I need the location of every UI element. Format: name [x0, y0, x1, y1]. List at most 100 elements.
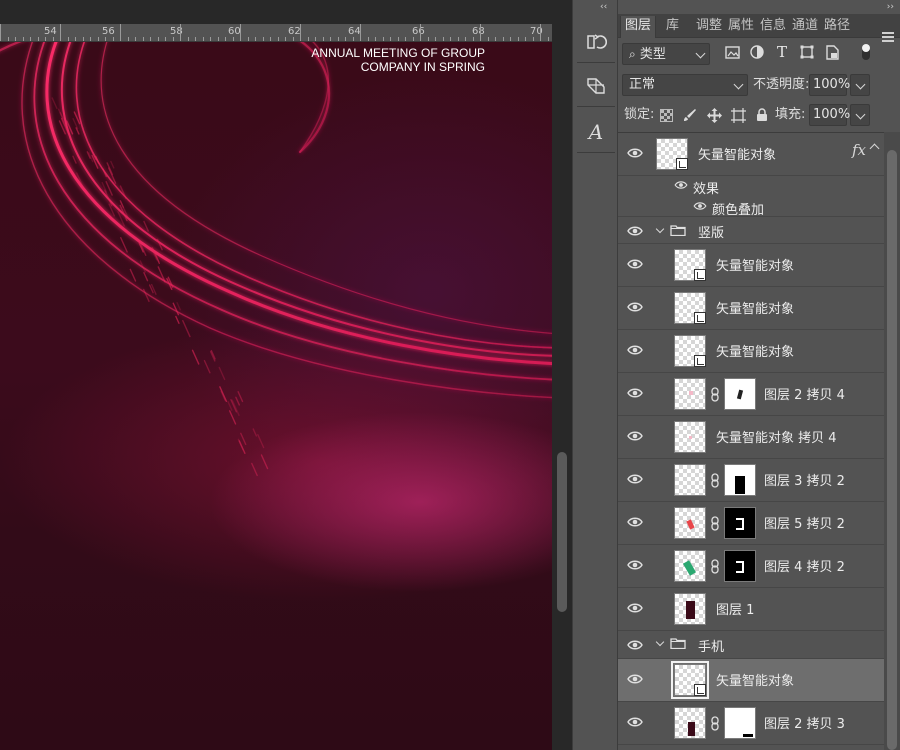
link-icon[interactable] [710, 473, 720, 488]
ruler-tick [293, 37, 294, 41]
layer-row[interactable]: 矢量智能对象 [618, 244, 884, 287]
layer-thumbnail [674, 707, 706, 739]
eye-icon[interactable] [627, 344, 643, 356]
layer-row-selected[interactable]: 矢量智能对象 [618, 659, 884, 702]
ruler-tick [398, 37, 399, 41]
collapse-panel-icon[interactable]: ›› [887, 2, 894, 12]
glyph-a-icon[interactable]: A [580, 116, 612, 148]
lock-move-icon[interactable] [706, 107, 722, 123]
chevron-down-icon[interactable] [655, 224, 665, 234]
layer-row[interactable]: 图层 1 [618, 588, 884, 631]
tab-paths[interactable]: 路径 [820, 16, 854, 38]
eye-icon[interactable] [627, 147, 643, 159]
effects-row[interactable]: 效果 [618, 175, 884, 197]
layer-thumbnail [674, 249, 706, 281]
smart-object-badge-icon [694, 312, 706, 324]
fill-label: 填充: [775, 107, 806, 122]
document-tab-strip [0, 0, 572, 24]
eye-icon[interactable] [627, 639, 643, 651]
panel-menu-icon[interactable] [882, 32, 894, 42]
collapse-effects-icon[interactable] [869, 143, 880, 154]
layer-row[interactable]: 图层 2 拷贝 4 [618, 373, 884, 416]
ruler-tick [255, 37, 256, 41]
blend-mode-select[interactable]: 正常 [622, 74, 748, 96]
link-icon[interactable] [710, 387, 720, 402]
tab-libraries[interactable]: 库 [662, 16, 683, 38]
tab-channels[interactable]: 通道 [788, 16, 822, 38]
light-streak [228, 410, 237, 425]
tab-info[interactable]: 信息 [756, 16, 790, 38]
layer-row[interactable]: 图层 4 拷贝 2 [618, 545, 884, 588]
group-row[interactable]: 竖版 [618, 218, 884, 244]
shape-filter-icon[interactable] [799, 44, 815, 60]
adjustment-filter-icon[interactable] [749, 44, 765, 60]
link-icon[interactable] [710, 559, 720, 574]
image-filter-icon[interactable] [724, 44, 740, 60]
dock-separator [577, 152, 615, 153]
eye-icon[interactable] [627, 225, 643, 237]
opacity-dropdown[interactable] [850, 74, 870, 96]
layer-mask-thumbnail [724, 550, 756, 582]
layer-thumbnail [674, 421, 706, 453]
ruler-tick [60, 24, 61, 41]
light-streak [105, 181, 113, 196]
chevron-down-icon[interactable] [655, 637, 665, 647]
smart-object-filter-icon[interactable] [824, 44, 840, 60]
canvas-scroll-thumb[interactable] [557, 452, 567, 612]
eye-icon[interactable] [693, 201, 707, 211]
ruler-tick [450, 37, 451, 41]
link-icon[interactable] [710, 516, 720, 531]
layer-row[interactable]: 图层 5 拷贝 2 [618, 502, 884, 545]
eye-icon[interactable] [627, 516, 643, 528]
layer-name: 矢量智能对象 [716, 345, 795, 360]
layer-row[interactable]: 矢量智能对象 fx [618, 133, 884, 176]
eye-icon[interactable] [627, 258, 643, 270]
layers-scroll-thumb[interactable] [887, 150, 897, 750]
eye-icon[interactable] [627, 387, 643, 399]
eye-icon[interactable] [627, 602, 643, 614]
fill-dropdown[interactable] [850, 104, 870, 126]
ruler-tick [143, 37, 144, 41]
layer-name: 图层 1 [716, 603, 755, 618]
lock-brush-icon[interactable] [682, 107, 698, 123]
eye-icon[interactable] [627, 430, 643, 442]
layer-row[interactable]: 矢量智能对象 [618, 287, 884, 330]
eye-icon[interactable] [627, 716, 643, 728]
group-row[interactable]: 手机 [618, 631, 884, 659]
eye-icon[interactable] [627, 301, 643, 313]
light-streak [237, 391, 244, 403]
3d-layers-icon[interactable] [580, 70, 612, 102]
opacity-input[interactable]: 100% [809, 74, 850, 96]
collapse-dock-icon[interactable]: ‹‹ [600, 2, 607, 12]
lock-all-icon[interactable] [754, 107, 770, 123]
layer-row[interactable]: 图层 3 拷贝 2 [618, 459, 884, 502]
fx-icon[interactable]: fx [852, 141, 866, 159]
layer-name: 图层 4 拷贝 2 [764, 560, 845, 575]
ruler-tick [38, 37, 39, 41]
ruler-tick [98, 37, 99, 41]
lock-transparency-icon[interactable] [658, 107, 674, 123]
layer-filter-select[interactable]: ⌕ 类型 [622, 43, 710, 65]
canvas-scrollbar[interactable] [552, 42, 572, 750]
link-icon[interactable] [710, 716, 720, 731]
history-brush-icon[interactable] [580, 26, 612, 58]
color-overlay-row[interactable]: 颜色叠加 [618, 196, 884, 218]
ruler-tick [323, 37, 324, 41]
ruler-tick [465, 37, 466, 41]
tab-layers[interactable]: 图层 [620, 16, 657, 38]
layer-row[interactable]: 图层 2 拷贝 3 [618, 702, 884, 745]
tab-properties[interactable]: 属性 [724, 16, 758, 38]
layer-row[interactable]: 矢量智能对象 [618, 330, 884, 373]
tab-adjustments[interactable]: 调整 [692, 16, 726, 38]
eye-icon[interactable] [627, 673, 643, 685]
type-filter-icon[interactable]: T [774, 43, 790, 61]
filter-toggle-icon[interactable] [858, 44, 874, 60]
eye-icon[interactable] [627, 559, 643, 571]
layer-row[interactable]: 矢量智能对象 拷贝 4 [618, 416, 884, 459]
eye-icon[interactable] [674, 180, 688, 190]
lock-artboard-icon[interactable] [730, 107, 746, 123]
fill-input[interactable]: 100% [809, 104, 850, 126]
light-streak [235, 396, 241, 406]
ruler-tick [420, 24, 421, 41]
eye-icon[interactable] [627, 473, 643, 485]
